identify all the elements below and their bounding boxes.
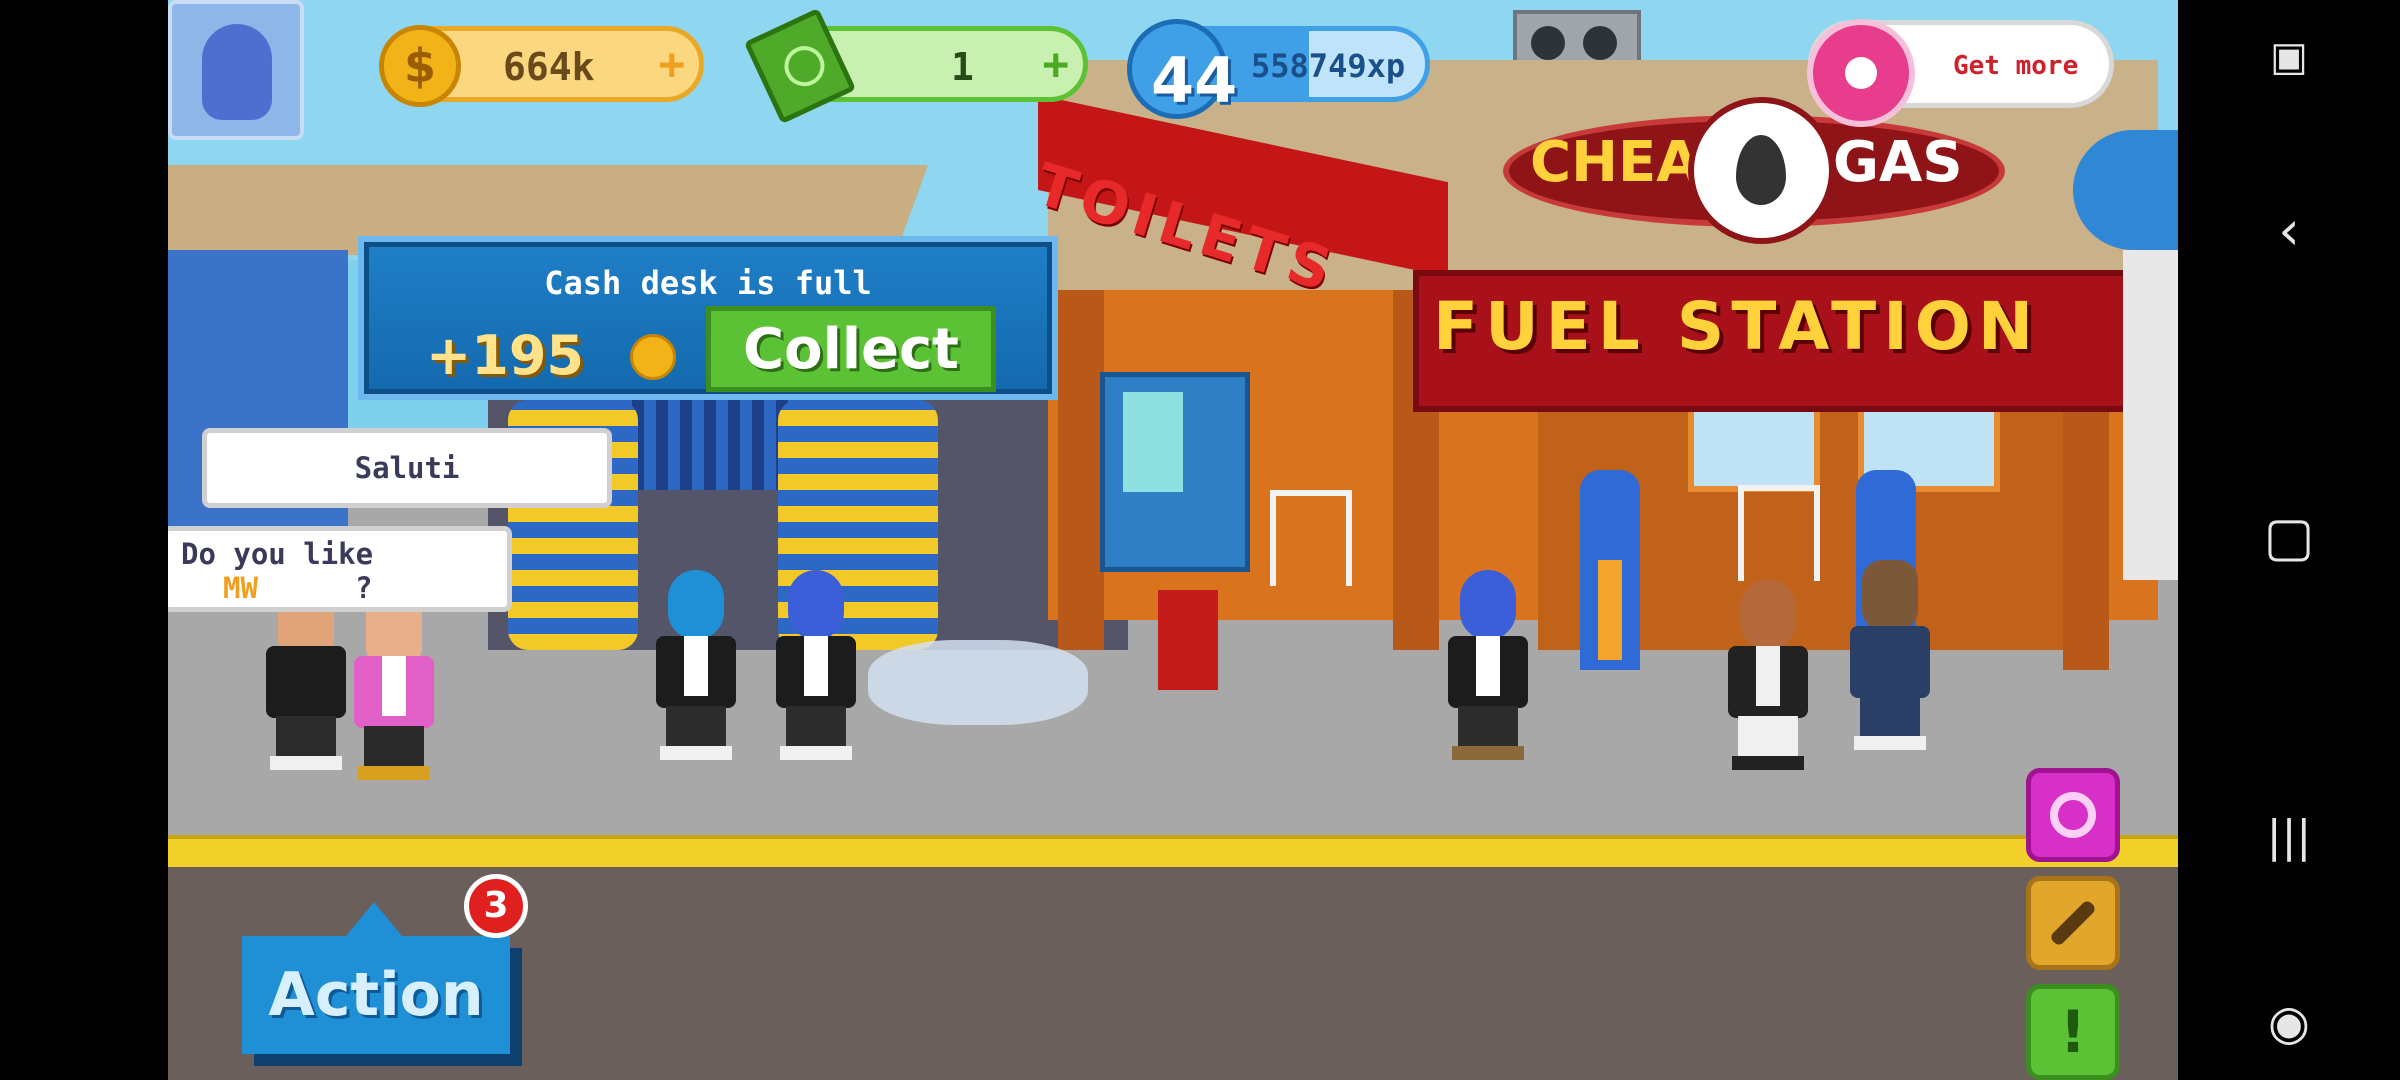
popup-title: Cash desk is full <box>544 264 872 302</box>
coin-icon: $ <box>379 25 461 107</box>
customer-character[interactable] <box>1718 580 1818 770</box>
speech-bubble: Saluti <box>202 428 612 508</box>
speech-bubble-text: Do you like <box>181 537 374 571</box>
add-coins-button[interactable]: + <box>659 41 686 89</box>
coins-value: 664k <box>503 45 595 89</box>
customer-character[interactable] <box>1840 560 1940 750</box>
player-avatar[interactable] <box>168 0 304 140</box>
cash-value: 1 <box>951 45 974 89</box>
cash-desk-popup[interactable]: Cash desk is full +195 Collect <box>358 236 1058 400</box>
level-xp-counter[interactable]: 44 558749xp <box>1127 19 1430 119</box>
popup-amount: +195 <box>426 324 584 387</box>
alert-button[interactable]: ! <box>2026 984 2120 1080</box>
customer-character[interactable] <box>344 590 444 780</box>
station-pillar <box>1058 290 1104 650</box>
speech-bubble-text: Saluti <box>354 451 460 485</box>
game-controller-icon[interactable]: ◉ <box>2258 992 2320 1054</box>
wrench-button[interactable] <box>2026 876 2120 970</box>
speech-bubble: Do you like MW ? <box>168 526 512 612</box>
mailbox[interactable] <box>1158 590 1218 690</box>
system-nav-bar: ▣ ‹ ▢ ||| ◉ <box>2178 0 2400 1080</box>
back-icon[interactable]: ‹ <box>2258 200 2320 262</box>
screen-record-icon[interactable]: ▣ <box>2258 26 2320 88</box>
chair <box>1270 490 1352 586</box>
action-button[interactable]: Action <box>242 936 510 1054</box>
recents-icon[interactable]: ||| <box>2258 806 2320 868</box>
fuel-pump[interactable] <box>1580 470 1640 670</box>
collect-button[interactable]: Collect <box>706 306 996 392</box>
masked-wrestler-character[interactable] <box>766 570 866 760</box>
action-arrow-icon <box>346 902 402 936</box>
cheap-gas-sign-right: GAS <box>1833 130 1963 195</box>
oil-drop-icon <box>1688 97 1835 244</box>
ring-icon <box>2050 792 2096 838</box>
shop-window <box>1688 400 1820 492</box>
station-pillar <box>2063 390 2109 670</box>
vending-machine-glass <box>1123 392 1183 492</box>
road-curb <box>168 835 2178 871</box>
pylon-post <box>2123 250 2178 580</box>
action-badge: 3 <box>464 874 528 938</box>
fuel-station-label: FUEL STATION <box>1433 288 2041 365</box>
chair <box>1738 485 1820 581</box>
xp-value: 558749xp <box>1251 47 1406 85</box>
speech-bubble-highlight: MW <box>223 571 258 605</box>
cash-counter[interactable]: 1 + <box>743 7 1088 125</box>
water-puddle <box>868 640 1088 725</box>
home-icon[interactable]: ▢ <box>2258 506 2320 568</box>
masked-wrestler-character[interactable] <box>646 570 746 760</box>
donut-counter[interactable]: Get more <box>1807 19 2114 127</box>
level-value: 44 <box>1151 44 1238 117</box>
purple-ring-button[interactable] <box>2026 768 2120 862</box>
exclamation-icon: ! <box>2059 998 2087 1066</box>
add-cash-button[interactable]: + <box>1043 41 1070 89</box>
get-more-button[interactable]: Get more <box>1953 51 2078 81</box>
game-viewport[interactable]: TOILETS FUEL STATION CHEAP GAS Saluti Do… <box>168 0 2178 1080</box>
masked-wrestler-character[interactable] <box>1438 570 1538 760</box>
coins-counter[interactable]: $ 664k + <box>379 25 704 107</box>
coin-icon <box>630 334 676 380</box>
wrench-icon <box>2048 898 2098 948</box>
donut-icon <box>1807 19 1915 127</box>
speech-bubble-text: ? <box>355 571 373 605</box>
